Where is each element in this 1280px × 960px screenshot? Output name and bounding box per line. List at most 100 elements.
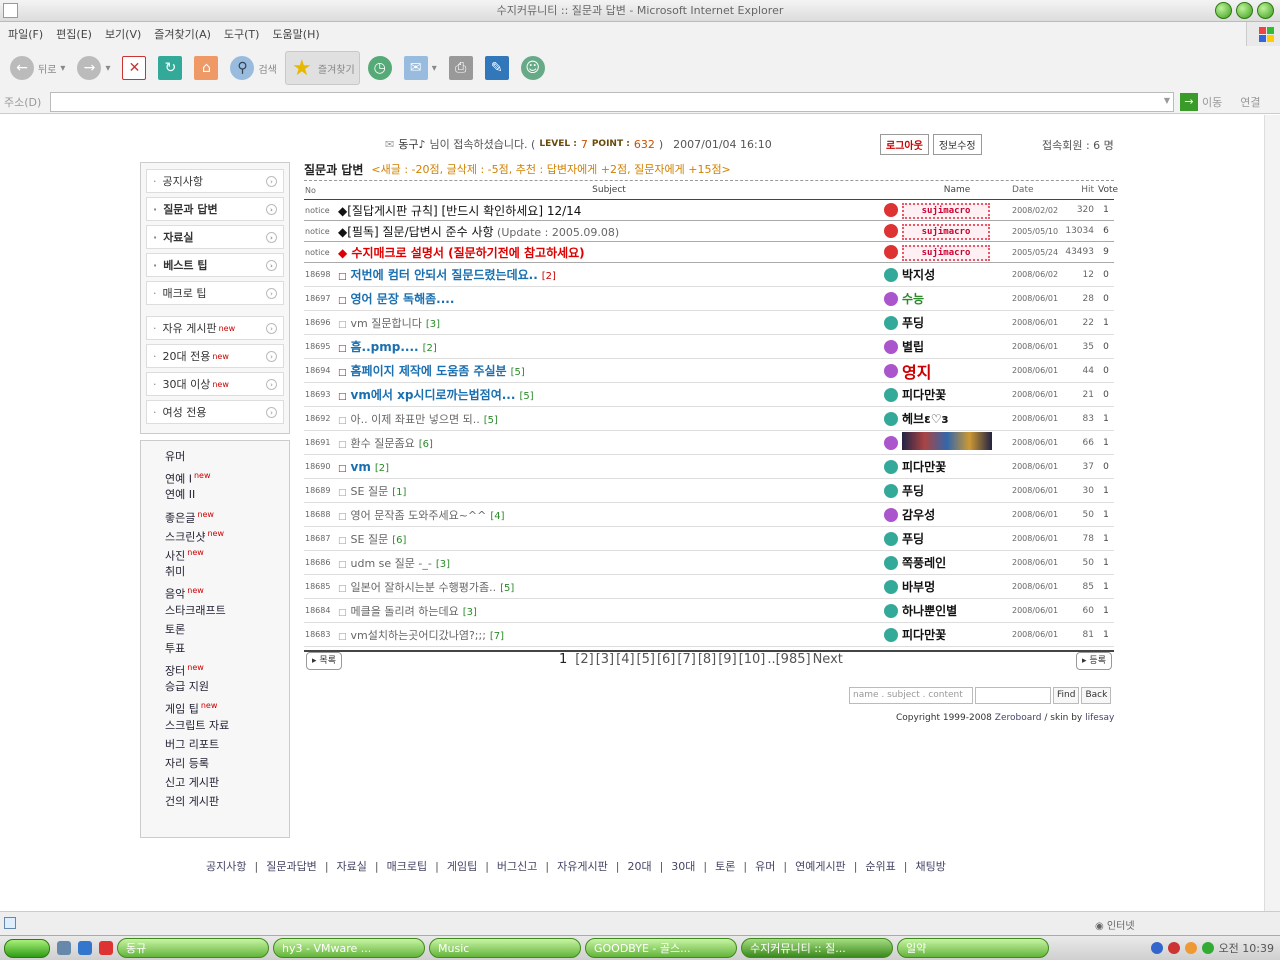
footer-link[interactable]: 30대 bbox=[671, 860, 695, 873]
post-subject[interactable]: □ 영어 문작좀 도와주세요~^^ [4] bbox=[338, 507, 880, 523]
post-subject[interactable]: □ 흠..pmp.... [2] bbox=[338, 338, 880, 355]
write-button[interactable]: ▸ 등록 bbox=[1076, 652, 1112, 670]
post-subject[interactable]: □ 메클을 돌리려 하는데요 [3] bbox=[338, 603, 880, 619]
post-title[interactable]: 홈페이지 제작에 도움좀 주실분 bbox=[351, 364, 507, 378]
post-title[interactable]: vm에서 xp시디로까는법점여... bbox=[351, 388, 516, 402]
task-vmware[interactable]: hy3 - VMware ... bbox=[273, 938, 425, 958]
forward-button[interactable]: → ▾ bbox=[73, 51, 114, 85]
menu-favorites[interactable]: 즐겨찾기(A) bbox=[154, 26, 211, 42]
footer-link[interactable]: 유머 bbox=[755, 860, 775, 873]
page-link[interactable]: 1 bbox=[559, 652, 567, 667]
back-button[interactable]: ← 뒤로 ▾ bbox=[6, 51, 69, 85]
post-title[interactable]: vm 질문합니다 bbox=[351, 317, 422, 330]
task-music[interactable]: Music bbox=[429, 938, 581, 958]
sidebar-item[interactable]: · 자료실 › bbox=[146, 225, 284, 249]
skin-link[interactable]: lifesay bbox=[1085, 713, 1114, 723]
sidebar-item[interactable]: · 자유 게시판 new › bbox=[146, 316, 284, 340]
post-subject[interactable]: □ SE 질문 [6] bbox=[338, 531, 880, 547]
tray-icon[interactable] bbox=[1201, 942, 1214, 954]
author-name[interactable]: 쪽풍레인 bbox=[902, 554, 1012, 571]
page-link[interactable]: [5] bbox=[637, 652, 655, 667]
author-name[interactable]: 푸딩 bbox=[902, 314, 1012, 331]
tray-icon[interactable] bbox=[1184, 942, 1197, 954]
footer-link[interactable]: 버그신고 bbox=[497, 860, 537, 873]
username[interactable]: 동구♪ bbox=[398, 136, 425, 152]
sidebar-item[interactable]: · 공지사항 › bbox=[146, 169, 284, 193]
sidebar-item[interactable]: · 베스트 팁 › bbox=[146, 253, 284, 277]
go-arrow-icon[interactable]: → bbox=[1180, 92, 1198, 111]
menu-help[interactable]: 도움말(H) bbox=[272, 26, 319, 42]
post-title[interactable]: 흠..pmp.... bbox=[351, 340, 419, 354]
zeroboard-link[interactable]: Zeroboard bbox=[995, 713, 1042, 723]
author-name[interactable]: 영지 bbox=[902, 359, 1012, 383]
author-name[interactable]: sujimacro bbox=[902, 202, 1012, 219]
post-title[interactable]: udm se 질문 -_- bbox=[351, 557, 432, 570]
sidebar-link[interactable]: 연예 II bbox=[165, 485, 289, 504]
post-title[interactable]: 영어 문작좀 도와주세요~^^ bbox=[351, 509, 487, 522]
post-subject[interactable]: □ 일본어 잘하시는분 수행평가좀.. [5] bbox=[338, 579, 880, 595]
post-title[interactable]: vm bbox=[351, 460, 371, 474]
close-button[interactable] bbox=[1257, 2, 1274, 19]
author-name[interactable]: 하나뿐인별 bbox=[902, 602, 1012, 619]
sidebar-link[interactable]: 투표 bbox=[165, 639, 289, 658]
menu-tools[interactable]: 도구(T) bbox=[224, 26, 260, 42]
author-name[interactable]: 피다만꽃 bbox=[902, 386, 1012, 403]
post-title[interactable]: vm설치하는곳어디갔나염?;;; bbox=[351, 629, 486, 642]
page-link[interactable]: [2] bbox=[575, 652, 593, 667]
post-title[interactable]: 메클을 돌리려 하는데요 bbox=[351, 605, 459, 618]
sidebar-item[interactable]: · 매크로 팁 › bbox=[146, 281, 284, 305]
post-title[interactable]: 저번에 컴터 안되서 질문드렸는데요.. bbox=[351, 268, 538, 282]
sidebar-link[interactable]: 승급 지원 bbox=[165, 677, 289, 696]
home-button[interactable]: ⌂ bbox=[190, 51, 222, 85]
author-name[interactable] bbox=[902, 432, 1012, 453]
start-button[interactable] bbox=[4, 938, 50, 958]
task-other[interactable]: 일약 bbox=[897, 938, 1049, 958]
post-title[interactable]: 일본어 잘하시는분 수행평가좀.. bbox=[351, 581, 497, 594]
post-title[interactable]: SE 질문 bbox=[351, 533, 389, 546]
sidebar-link[interactable]: 토론 bbox=[165, 620, 289, 639]
page-link[interactable]: [10] bbox=[739, 652, 766, 667]
page-link[interactable]: Next bbox=[813, 652, 843, 667]
search-input[interactable] bbox=[975, 687, 1051, 704]
post-subject[interactable]: ◆ 수지매크로 설명서 (질문하기전에 참고하세요) bbox=[338, 244, 880, 261]
sidebar-link[interactable]: 신고 게시판 bbox=[165, 773, 289, 792]
page-link[interactable]: [8] bbox=[698, 652, 716, 667]
sidebar-link[interactable]: 스크린샷 new bbox=[165, 524, 289, 544]
post-subject[interactable]: □ vm [2] bbox=[338, 460, 880, 474]
ie-icon[interactable] bbox=[3, 3, 18, 18]
post-subject[interactable]: □ 홈페이지 제작에 도움좀 주실분 [5] bbox=[338, 362, 880, 379]
go-button[interactable]: 이동 bbox=[1202, 94, 1222, 110]
post-subject[interactable]: □ vm에서 xp시디로까는법점여... [5] bbox=[338, 386, 880, 403]
author-name[interactable]: 바부멍 bbox=[902, 578, 1012, 595]
footer-link[interactable]: 자유게시판 bbox=[557, 860, 608, 873]
sidebar-link[interactable]: 유머 bbox=[165, 447, 289, 466]
links-button[interactable]: 연결 bbox=[1240, 94, 1260, 110]
sidebar-link[interactable]: 건의 게시판 bbox=[165, 792, 289, 811]
sidebar-link[interactable]: 사진 new bbox=[165, 543, 289, 563]
post-subject[interactable]: □ vm 질문합니다 [3] bbox=[338, 315, 880, 331]
author-name[interactable]: 별립 bbox=[902, 338, 1012, 355]
post-subject[interactable]: □ 아.. 이제 좌표만 넣으면 되.. [5] bbox=[338, 411, 880, 427]
footer-link[interactable]: 자료실 bbox=[337, 860, 367, 873]
author-name[interactable]: 피다만꽃 bbox=[902, 458, 1012, 475]
post-title[interactable]: ◆[필독] 질문/답변시 준수 사항 bbox=[338, 225, 494, 239]
edit-profile-button[interactable]: 정보수정 bbox=[932, 134, 982, 155]
vertical-scrollbar[interactable] bbox=[1264, 115, 1280, 911]
footer-link[interactable]: 순위표 bbox=[865, 860, 895, 873]
post-title[interactable]: ◆ 수지매크로 설명서 (질문하기전에 참고하세요) bbox=[338, 246, 585, 260]
author-name[interactable]: sujimacro bbox=[902, 223, 1012, 240]
edit-button[interactable]: ✎ bbox=[481, 51, 513, 85]
post-title[interactable]: 환수 질문좀요 bbox=[351, 437, 415, 450]
page-link[interactable]: [7] bbox=[677, 652, 695, 667]
post-title[interactable]: 영어 문장 독해좀.... bbox=[351, 292, 455, 306]
page-link[interactable]: [9] bbox=[718, 652, 736, 667]
sidebar-item[interactable]: · 여성 전용 › bbox=[146, 400, 284, 424]
search-button[interactable]: ⚲ 검색 bbox=[226, 51, 280, 85]
footer-link[interactable]: 게임팁 bbox=[447, 860, 477, 873]
post-subject[interactable]: □ 환수 질문좀요 [6] bbox=[338, 435, 880, 451]
sidebar-link[interactable]: 버그 리포트 bbox=[165, 735, 289, 754]
author-name[interactable]: 감우성 bbox=[902, 506, 1012, 523]
maximize-button[interactable] bbox=[1236, 2, 1253, 19]
desktop-icon[interactable] bbox=[57, 941, 71, 955]
author-name[interactable]: 박지성 bbox=[902, 266, 1012, 283]
